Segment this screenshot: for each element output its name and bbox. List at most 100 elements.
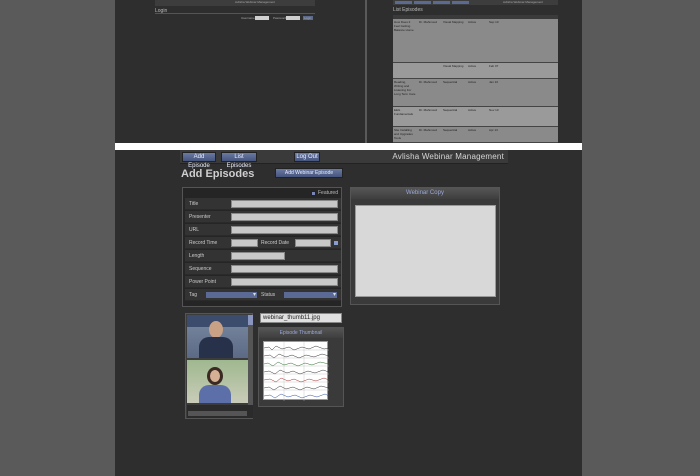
table-row[interactable]: Site Installing and Upgrades Tools Dr. M… — [393, 127, 558, 143]
featured-label: Featured — [317, 190, 338, 196]
cell-date: Sep 10 — [489, 20, 499, 24]
title-label: Title — [189, 201, 199, 207]
cell-title: Site Installing and Upgrades Tools — [394, 128, 413, 140]
form-row-length: Length — [185, 250, 341, 262]
person-head — [209, 321, 223, 338]
length-input[interactable] — [231, 252, 285, 260]
person-body — [199, 337, 233, 358]
webinar-copy-textarea[interactable] — [355, 205, 496, 297]
episodes-table: How Does It Feel Getting Balance Home Dr… — [393, 15, 558, 143]
form-row-presenter: Presenter — [185, 211, 341, 223]
horizontal-scrollbar[interactable] — [188, 411, 247, 416]
thumbnail-list — [185, 313, 253, 419]
url-input[interactable] — [231, 226, 338, 234]
tab-add-episode[interactable] — [414, 1, 431, 4]
cell-url: Visual Mapping — [443, 64, 464, 68]
cell-date: Jan 10 — [489, 80, 499, 84]
featured-checkbox[interactable] — [311, 191, 316, 196]
cell-status: Active — [468, 128, 477, 132]
form-row-power-point: Power Point — [185, 276, 341, 288]
add-webinar-episode-button[interactable]: Add Webinar Episode — [275, 168, 343, 178]
login-header-title: Avlisha Webinar Management — [235, 0, 275, 4]
cell-url: Sequential — [443, 128, 458, 132]
calendar-icon[interactable] — [333, 240, 339, 246]
table-row[interactable]: How Does It Feel Getting Balance Home Dr… — [393, 19, 558, 63]
list-episodes-thumbnail: Avlisha Webinar Management List Episodes… — [367, 0, 582, 143]
form-row-tag-status: Tag Status — [185, 289, 341, 301]
cell-title: Reading, Writing and Listening For Long … — [394, 80, 416, 96]
cell-presenter: Dr. Mahmoud — [419, 20, 438, 24]
webinar-copy-panel: Webinar Copy — [350, 187, 500, 305]
cell-url: Sequential — [443, 80, 458, 84]
form-row-url: URL — [185, 224, 341, 236]
tab-dashboard[interactable] — [395, 1, 412, 4]
log-out-button[interactable]: Log Out — [294, 152, 320, 162]
thumbnail-image[interactable] — [187, 315, 248, 358]
brand-title: Avlisha Webinar Management — [392, 152, 504, 161]
login-button[interactable]: Login — [303, 16, 313, 20]
table-row[interactable]: Reading, Writing and Listening For Long … — [393, 79, 558, 107]
thumbnail-scrollbar[interactable] — [248, 315, 253, 419]
cell-date: Nov 10 — [489, 108, 499, 112]
cell-status: Active — [468, 20, 477, 24]
sequence-input[interactable] — [231, 265, 338, 273]
cell-status: Active — [468, 108, 477, 112]
sequence-label: Sequence — [189, 266, 212, 272]
login-button-label: Login — [304, 16, 312, 20]
episode-thumbnail-panel: Episode Thumbnail — [258, 327, 344, 407]
tag-select[interactable] — [205, 291, 258, 299]
cell-presenter: Dr. Mahmoud — [419, 108, 438, 112]
username-input[interactable] — [255, 16, 269, 20]
title-input[interactable] — [231, 200, 338, 208]
scrollbar-thumb[interactable] — [248, 315, 253, 325]
episode-thumbnail-preview — [263, 341, 330, 401]
length-label: Length — [189, 253, 205, 259]
episodes-header-title: Avlisha Webinar Management — [503, 0, 543, 4]
table-row[interactable]: Visual Mapping Active Feb 07 — [393, 63, 558, 79]
tab-list-episodes[interactable] — [433, 1, 450, 4]
status-label: Status — [261, 292, 276, 298]
eeg-trace-image — [263, 342, 330, 401]
person-body — [199, 385, 231, 403]
status-select[interactable] — [283, 291, 338, 299]
record-time-input[interactable] — [231, 239, 258, 247]
record-date-input[interactable] — [295, 239, 331, 247]
cell-status: Active — [468, 80, 477, 84]
list-episodes-button[interactable]: List Episodes — [221, 152, 257, 169]
power-point-input[interactable] — [231, 278, 338, 286]
thumbnail-image[interactable] — [187, 360, 248, 403]
thumbnail-footer — [187, 405, 253, 418]
section-divider — [115, 143, 582, 150]
add-episode-button[interactable]: Add Episode — [182, 152, 216, 169]
cell-date: Feb 07 — [489, 64, 499, 68]
cell-title: EEG Fundamentals — [394, 108, 414, 116]
person-head — [210, 370, 220, 382]
login-screen-thumbnail: Avlisha Webinar Management Login Usernam… — [115, 0, 365, 143]
cell-presenter: Dr. Mahmoud — [419, 80, 438, 84]
top-nav: Add Episode List Episodes Log Out Avlish… — [180, 150, 508, 169]
thumbnail-filename[interactable]: webinar_thumb11.jpg — [260, 313, 342, 323]
password-input[interactable] — [286, 16, 300, 20]
form-row-record: Record Time Record Date — [185, 237, 341, 249]
presenter-label: Presenter — [189, 214, 211, 220]
episode-thumbnail-title: Episode Thumbnail — [259, 328, 343, 338]
add-episodes-screen: Add Episode List Episodes Log Out Avlish… — [115, 150, 582, 476]
password-label: Password — [273, 16, 287, 20]
cell-status: Active — [468, 64, 477, 68]
tab-log-out[interactable] — [452, 1, 469, 4]
list-episodes-title: List Episodes — [393, 7, 423, 13]
episodes-tab-bar: Avlisha Webinar Management — [393, 0, 558, 5]
cell-date: Apr 13 — [489, 128, 498, 132]
table-row[interactable]: EEG Fundamentals Dr. Mahmoud Sequential … — [393, 107, 558, 127]
url-label: URL — [189, 227, 200, 233]
cell-url: Sequential — [443, 108, 458, 112]
form-row-sequence: Sequence — [185, 263, 341, 275]
presenter-input[interactable] — [231, 213, 338, 221]
record-time-label: Record Time — [189, 240, 218, 246]
record-date-label: Record Date — [261, 240, 290, 246]
login-divider — [155, 13, 315, 14]
power-point-label: Power Point — [189, 279, 216, 285]
episode-form: Featured Title Presenter URL Record Time… — [182, 187, 342, 307]
page-title: Add Episodes — [181, 168, 255, 180]
webinar-copy-title: Webinar Copy — [351, 188, 499, 199]
